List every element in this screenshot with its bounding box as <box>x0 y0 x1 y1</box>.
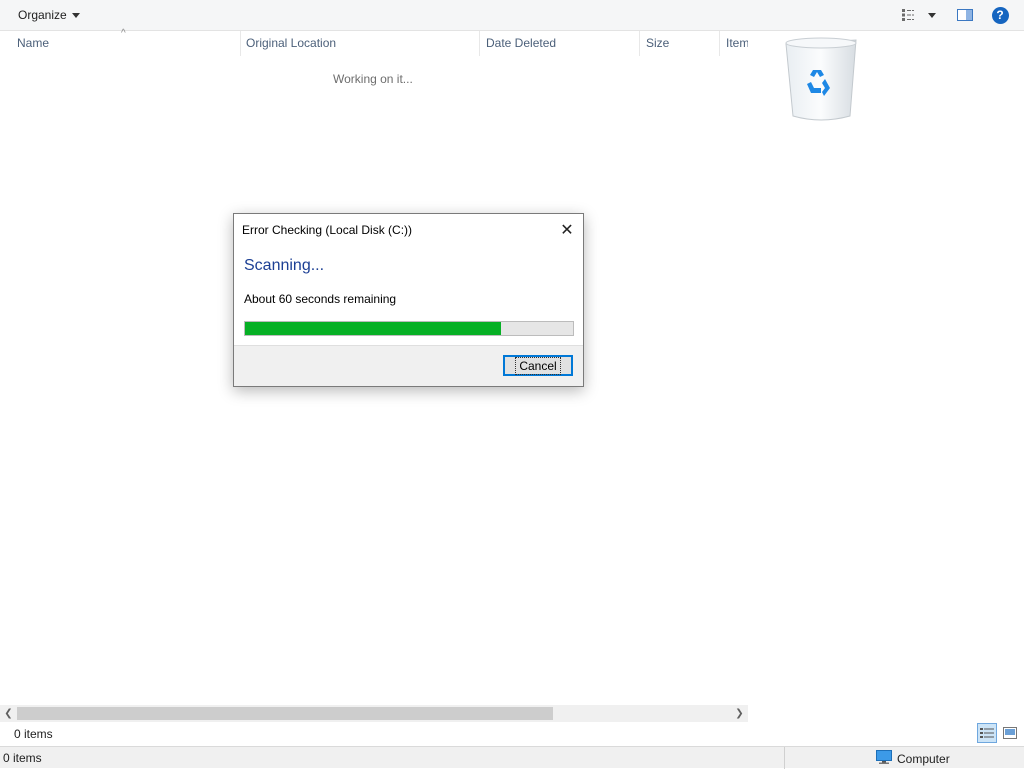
error-checking-dialog: Error Checking (Local Disk (C:)) ✕ Scann… <box>233 213 584 387</box>
scroll-left-icon[interactable]: ❮ <box>0 705 17 722</box>
column-header-row: Name ^ Original Location Date Deleted Si… <box>0 28 748 56</box>
organize-button[interactable]: Organize <box>12 4 86 26</box>
column-header-size[interactable]: Size <box>640 31 720 56</box>
chevron-down-icon <box>71 13 80 18</box>
cancel-button[interactable]: Cancel <box>503 355 573 376</box>
status-bar: 0 items Computer <box>0 746 1024 769</box>
preview-pane-icon[interactable] <box>956 6 974 24</box>
loading-message: Working on it... <box>333 72 413 86</box>
command-bar: Organize ? <box>0 0 1024 31</box>
status-location: Computer <box>876 750 950 767</box>
dialog-title: Error Checking (Local Disk (C:)) <box>242 223 413 237</box>
organize-label: Organize <box>18 8 67 22</box>
close-icon[interactable]: ✕ <box>557 220 577 240</box>
column-header-name[interactable]: Name <box>11 31 241 56</box>
time-remaining-text: About 60 seconds remaining <box>244 292 397 306</box>
dropdown-caret-icon[interactable] <box>925 6 939 24</box>
status-divider <box>784 747 785 769</box>
sort-ascending-icon: ^ <box>121 28 126 39</box>
details-view-icon[interactable] <box>977 723 997 743</box>
view-options-icon[interactable] <box>901 6 919 24</box>
scan-progress-bar <box>244 321 574 336</box>
large-icons-view-icon[interactable] <box>1000 723 1020 743</box>
computer-icon <box>876 750 892 767</box>
progress-fill <box>245 322 501 335</box>
column-header-original-location[interactable]: Original Location <box>240 31 480 56</box>
scroll-right-icon[interactable]: ❯ <box>731 705 748 722</box>
help-icon[interactable]: ? <box>991 6 1009 24</box>
dialog-footer: Cancel <box>234 345 583 386</box>
item-count-label: 0 items <box>14 727 53 741</box>
cancel-label: Cancel <box>515 356 561 375</box>
scrollbar-thumb[interactable] <box>17 707 553 720</box>
horizontal-scrollbar[interactable]: ❮ ❯ <box>0 705 748 722</box>
dialog-heading: Scanning... <box>244 257 325 274</box>
column-header-item[interactable]: Item <box>720 31 748 56</box>
column-header-date-deleted[interactable]: Date Deleted <box>480 31 640 56</box>
recycle-bin-icon <box>780 34 862 124</box>
status-item-count: 0 items <box>3 751 42 765</box>
status-location-label: Computer <box>897 751 950 766</box>
